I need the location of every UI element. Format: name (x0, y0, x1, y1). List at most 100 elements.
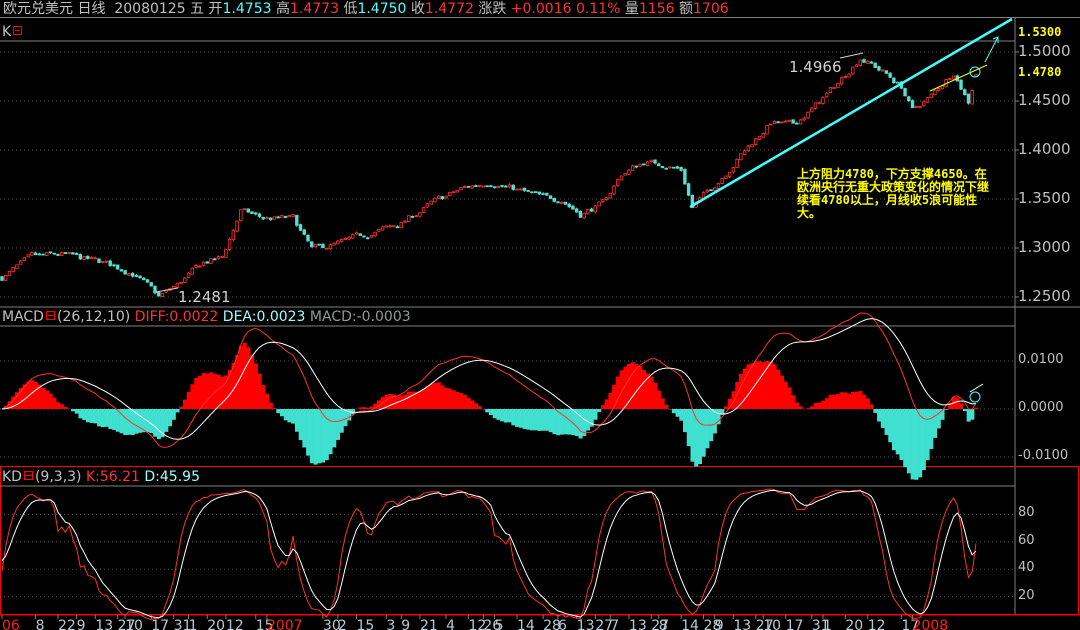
collapse-icon[interactable] (23, 471, 33, 480)
candle-body (104, 260, 109, 263)
candle-body (500, 185, 504, 187)
candle-body (925, 97, 930, 103)
candle-body (567, 203, 571, 208)
candle-body (425, 203, 430, 208)
date-label: 1 (189, 618, 198, 630)
macd-bar (436, 382, 441, 409)
candle-body (787, 119, 792, 122)
macd-bar (653, 382, 658, 409)
date-label: 14 (517, 618, 535, 630)
macd-tick: 0.0100 (1018, 352, 1064, 367)
macd-bar (604, 399, 609, 409)
macd-bar (552, 409, 557, 435)
candle-body (772, 120, 777, 125)
date-label: 12 (868, 618, 886, 630)
macd-bar (683, 409, 688, 433)
candle-body (463, 186, 467, 188)
candle-body (56, 253, 60, 256)
candle-body (619, 175, 624, 181)
candle-body (246, 208, 250, 213)
candle-body (907, 96, 911, 102)
candle-body (970, 90, 974, 105)
macd-bar (515, 409, 520, 427)
candle-body (254, 212, 258, 215)
candle-body (280, 215, 284, 219)
candle-body (358, 233, 362, 236)
k-label: K (2, 24, 12, 40)
candle-body (776, 121, 780, 124)
target-price-label: 1.5300 (1018, 25, 1062, 39)
candle-body (828, 86, 833, 94)
macd-bar (164, 409, 169, 432)
candle-body (414, 215, 418, 218)
candle-body (291, 214, 295, 217)
candle-body (847, 73, 851, 78)
candle-body (149, 282, 153, 287)
candle-body (963, 89, 967, 96)
candle-body (63, 252, 68, 254)
macd-bar (403, 394, 408, 409)
date-label: 20 (207, 618, 225, 630)
date-label: 9 (401, 618, 410, 630)
candle-body (959, 79, 963, 90)
candle-body (537, 191, 542, 195)
candle-body (317, 243, 321, 246)
candle-body (213, 258, 217, 261)
macd-bar (511, 409, 516, 426)
candle-body (873, 62, 877, 68)
candle-body (821, 97, 825, 104)
candle-body (339, 239, 344, 242)
macd-bar (899, 409, 904, 461)
macd-circle (969, 391, 981, 403)
resistance-price-label: 1.4780 (1018, 65, 1062, 79)
kd-panel-label: KD (9,3,3) K:56.21 D:45.95 (2, 469, 200, 485)
macd-bar (59, 404, 64, 409)
kd-tick: 60 (1018, 532, 1035, 548)
date-label: 5 (495, 618, 504, 630)
candle-body (324, 247, 329, 250)
candle-body (123, 270, 127, 275)
macd-bar (459, 393, 464, 409)
macd-bar (78, 409, 83, 419)
collapse-icon[interactable] (13, 26, 23, 35)
macd-bar (283, 409, 288, 421)
candle-body (608, 192, 612, 199)
macd-bar (257, 373, 262, 409)
candle-body (903, 88, 907, 97)
date-label: 15 (357, 618, 375, 630)
macd-bar (891, 409, 897, 451)
kd-k-line (1, 488, 977, 621)
candle-body (735, 158, 739, 168)
candle-body (563, 201, 568, 205)
macd-bar (71, 409, 76, 412)
candle-body (716, 182, 721, 189)
candle-body (742, 150, 747, 155)
candle-body (220, 256, 224, 258)
candle-body (922, 101, 926, 107)
macd-bar (309, 409, 314, 464)
macd-bar (190, 384, 195, 409)
macd-bar (455, 392, 460, 409)
candle-body (175, 282, 180, 288)
low-mark-label: 1.2481 (178, 288, 231, 306)
macd-bar (287, 409, 292, 423)
candle-body (582, 212, 586, 219)
macd-dea: DEA:0.0023 (222, 309, 306, 325)
macd-bar (768, 361, 773, 409)
candle-body (369, 235, 374, 238)
macd-bar (821, 400, 826, 409)
kd-panel-frame (0, 466, 1079, 615)
analysis-note: 上方阻力4780，下方支撑4650。在欧洲央行无重大政策变化的情况下继续看478… (797, 167, 990, 220)
candle-body (373, 231, 377, 237)
macd-bar (492, 409, 497, 419)
macd-bar (563, 409, 568, 435)
candle-body (466, 185, 471, 188)
macd-bar (832, 394, 837, 409)
candle-body (709, 189, 713, 192)
collapse-icon[interactable] (45, 311, 55, 320)
candle-body (455, 189, 459, 193)
date-label: 20 (845, 618, 863, 630)
candle-body (560, 201, 564, 204)
date-label: 22 (58, 618, 76, 630)
kd-params: (9,3,3) (34, 469, 82, 485)
